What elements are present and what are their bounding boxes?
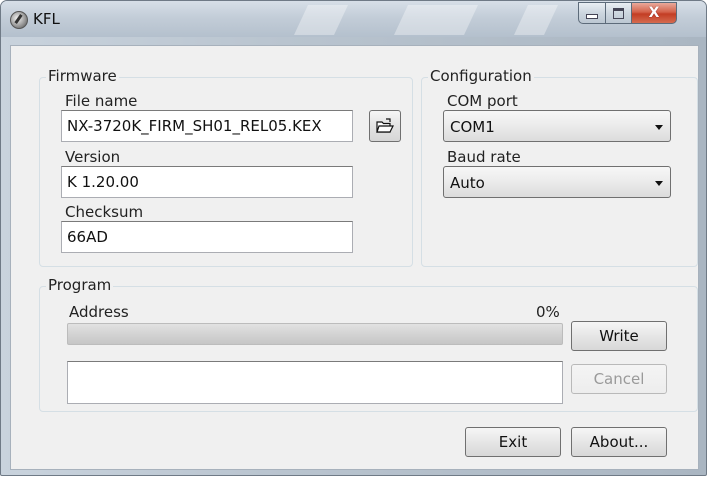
- configuration-group-title: Configuration: [428, 67, 534, 85]
- status-log-box: [67, 361, 563, 404]
- minimize-button[interactable]: [578, 2, 606, 24]
- browse-file-button[interactable]: [369, 110, 401, 142]
- app-icon: [10, 11, 28, 29]
- checksum-label: Checksum: [65, 203, 144, 221]
- window-title: KFL: [33, 10, 60, 28]
- com-port-value: COM1: [450, 118, 495, 136]
- com-port-label: COM port: [447, 92, 518, 110]
- com-port-dropdown[interactable]: COM1: [443, 110, 671, 142]
- baud-rate-label: Baud rate: [447, 148, 521, 166]
- address-label: Address: [69, 303, 129, 321]
- progress-bar: [67, 323, 563, 345]
- maximize-icon: [613, 7, 624, 19]
- about-button[interactable]: About...: [571, 427, 667, 457]
- kfl-window: KFL X Firmware File name NX-3720K_FIRM_S…: [0, 0, 707, 476]
- firmware-group-title: Firmware: [46, 67, 119, 85]
- dialog-client-area: Firmware File name NX-3720K_FIRM_SH01_RE…: [10, 45, 699, 470]
- minimize-icon: [586, 13, 598, 19]
- version-field[interactable]: K 1.20.00: [61, 166, 353, 198]
- title-bar[interactable]: KFL X: [1, 1, 706, 37]
- close-button[interactable]: X: [631, 2, 677, 24]
- chevron-down-icon: [655, 181, 663, 186]
- baud-rate-dropdown[interactable]: Auto: [443, 166, 671, 198]
- open-folder-icon: [376, 118, 394, 133]
- close-icon: X: [648, 5, 660, 21]
- exit-button[interactable]: Exit: [465, 427, 561, 457]
- cancel-button[interactable]: Cancel: [571, 364, 667, 394]
- program-group-title: Program: [46, 276, 114, 294]
- maximize-button[interactable]: [605, 2, 632, 24]
- checksum-field[interactable]: 66AD: [61, 221, 353, 253]
- version-label: Version: [65, 148, 121, 166]
- file-name-field[interactable]: NX-3720K_FIRM_SH01_REL05.KEX: [61, 110, 353, 142]
- chevron-down-icon: [655, 125, 663, 130]
- baud-rate-value: Auto: [450, 174, 485, 192]
- write-button[interactable]: Write: [571, 321, 667, 351]
- progress-percent: 0%: [536, 303, 560, 321]
- file-name-label: File name: [65, 92, 138, 110]
